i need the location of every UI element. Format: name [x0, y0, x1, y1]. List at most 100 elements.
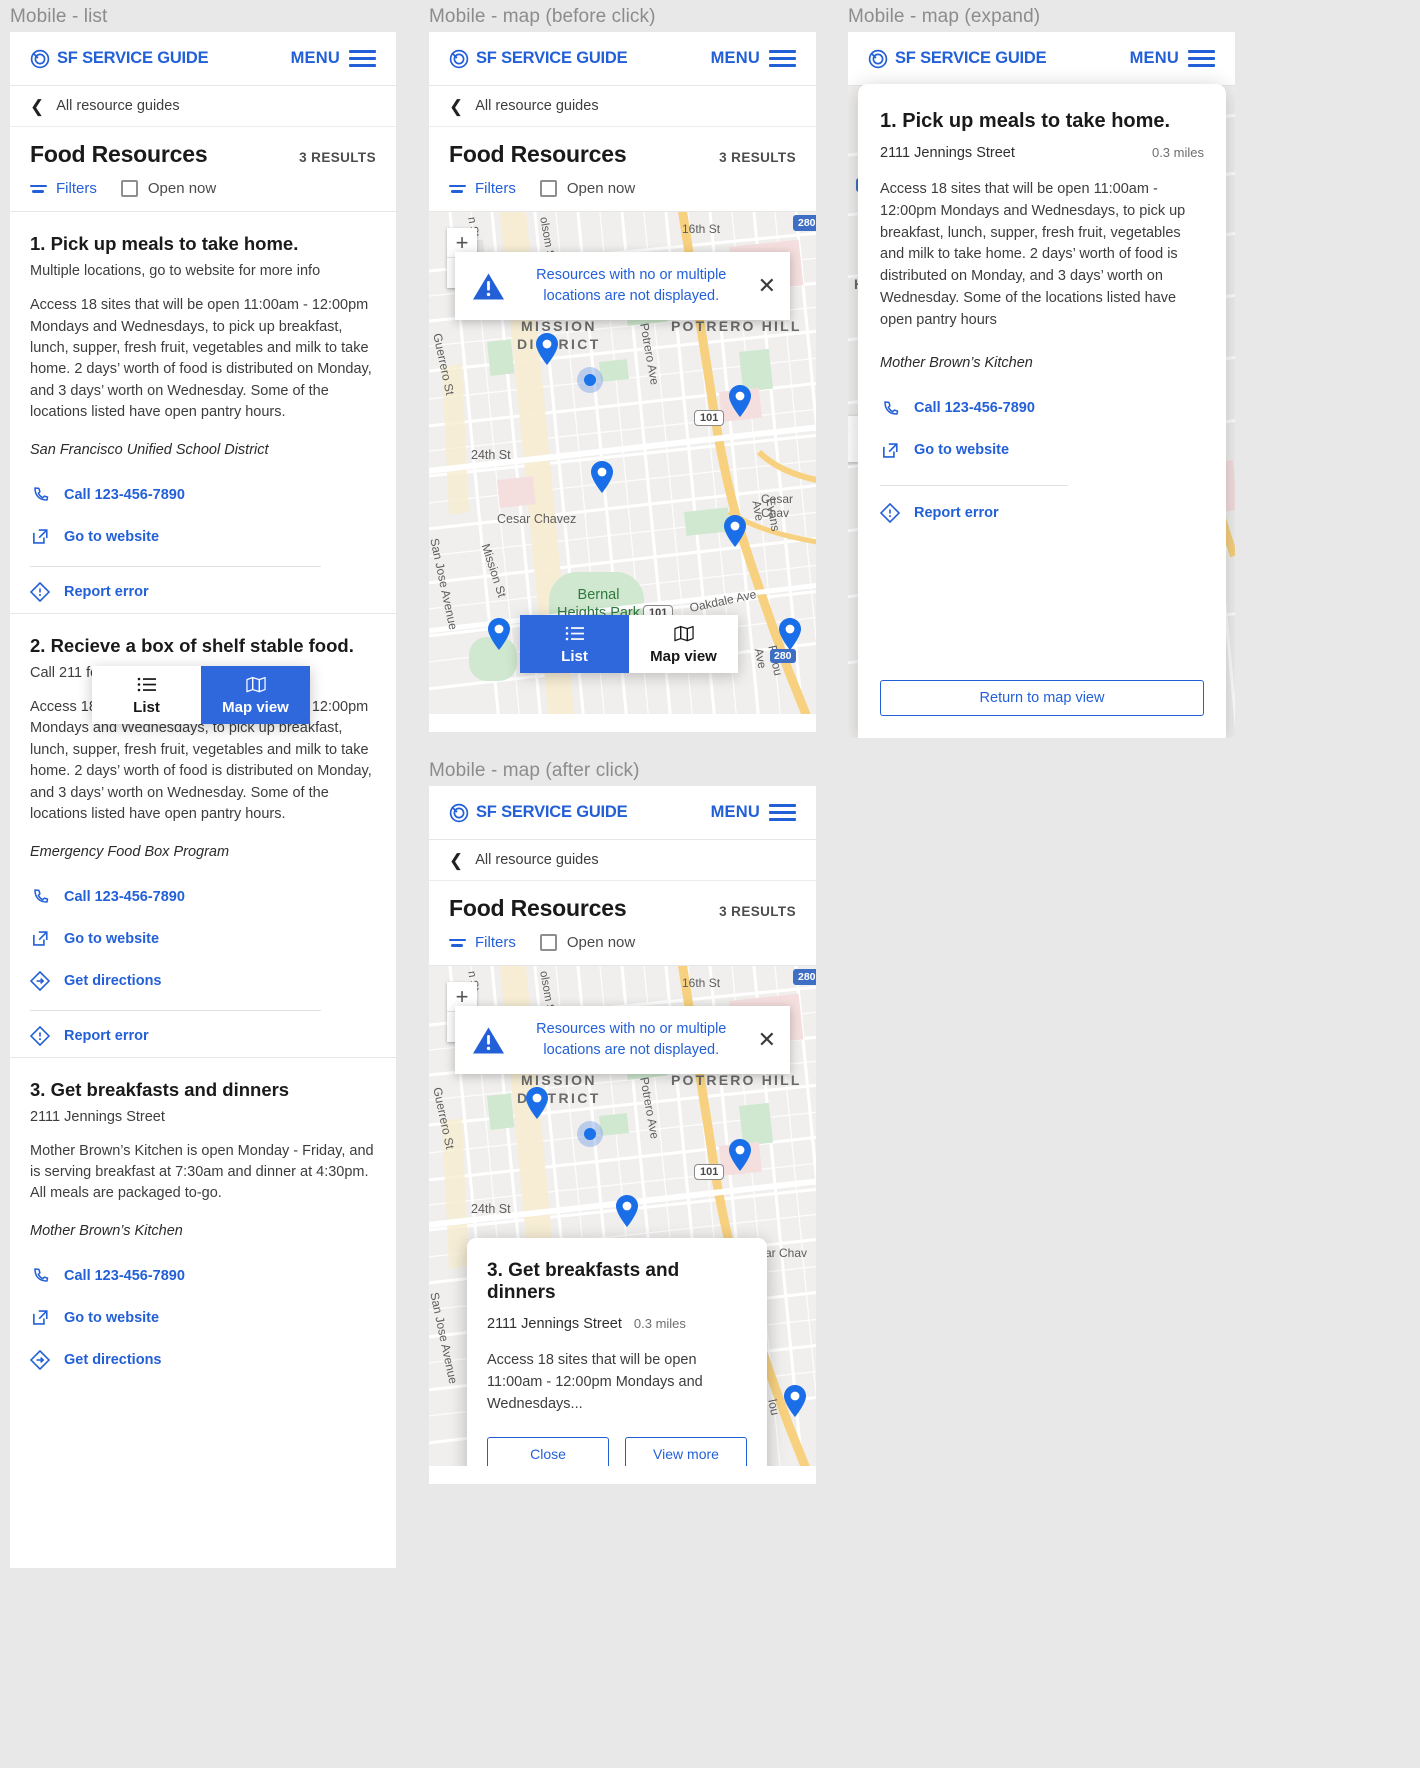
action-label: Report error	[64, 1027, 149, 1044]
filters-button[interactable]: Filters	[449, 934, 516, 951]
popup-close-button[interactable]: Close	[487, 1437, 609, 1466]
list-item[interactable]: 3. Get breakfasts and dinners 2111 Jenni…	[10, 1058, 396, 1381]
action-label: Report error	[914, 505, 999, 522]
map-pin[interactable]	[777, 617, 803, 656]
highway-shield-280: 280	[793, 969, 816, 985]
view-toggle: List Map view	[92, 666, 310, 724]
hamburger-icon	[349, 50, 376, 67]
external-link-icon	[880, 440, 900, 460]
toggle-map-button[interactable]: Map view	[629, 615, 738, 673]
map-pin[interactable]	[727, 384, 753, 423]
action-divider	[30, 565, 321, 567]
map-pin[interactable]	[782, 1384, 808, 1423]
target-circle-icon	[868, 49, 888, 69]
result-title: 1. Pick up meals to take home.	[30, 233, 299, 254]
popup-view-more-button[interactable]: View more	[625, 1437, 747, 1466]
map-label-24th-st: 24th St	[471, 1202, 511, 1216]
action-label: Go to website	[64, 528, 160, 545]
filters-button[interactable]: Filters	[449, 180, 516, 197]
app-header: SF SERVICE GUIDE MENU	[429, 786, 816, 840]
call-action[interactable]: Call 123-456-7890	[30, 1255, 376, 1297]
toggle-map-button[interactable]: Map view	[201, 666, 310, 724]
map-pin[interactable]	[727, 1138, 753, 1177]
open-now-checkbox[interactable]	[539, 934, 557, 951]
popup-body: Access 18 sites that will be open 11:00a…	[487, 1352, 703, 1412]
action-label: Call 123-456-7890	[914, 400, 1035, 417]
map-warning-text: Resources with no or multiple locations …	[536, 267, 727, 305]
result-org: Emergency Food Box Program	[30, 843, 230, 860]
filter-lines-icon	[30, 184, 47, 193]
list-item[interactable]: 1. Pick up meals to take home. Multiple …	[10, 212, 396, 614]
brand-logo[interactable]: SF SERVICE GUIDE	[30, 49, 209, 69]
call-action[interactable]: Call 123-456-7890	[30, 474, 376, 516]
breadcrumb[interactable]: ❮ All resource guides	[10, 86, 396, 127]
map-pin-selected[interactable]	[614, 1194, 640, 1233]
directions-diamond-icon	[30, 970, 50, 991]
call-action[interactable]: Call 123-456-7890	[30, 876, 376, 918]
filters-button[interactable]: Filters	[30, 180, 97, 197]
open-now-checkbox[interactable]	[120, 180, 138, 197]
map-pin[interactable]	[524, 1086, 550, 1125]
chevron-left-icon: ❮	[449, 850, 464, 870]
directions-action[interactable]: Get directions	[30, 1339, 376, 1381]
action-label: Call 123-456-7890	[64, 1267, 185, 1284]
action-label: Call 123-456-7890	[64, 486, 185, 503]
menu-button[interactable]: MENU	[711, 803, 796, 822]
result-body: Access 18 sites that will be open 11:00a…	[30, 297, 372, 421]
brand-logo[interactable]: SF SERVICE GUIDE	[449, 803, 628, 823]
breadcrumb[interactable]: ❮ All resource guides	[429, 86, 816, 127]
toggle-map-label: Map view	[222, 699, 289, 716]
report-error-action[interactable]: Report error	[880, 492, 1204, 534]
menu-button[interactable]: MENU	[291, 49, 376, 68]
report-error-action[interactable]: Report error	[30, 571, 376, 613]
report-error-action[interactable]: Report error	[30, 1015, 376, 1057]
breadcrumb[interactable]: ❮ All resource guides	[429, 840, 816, 881]
action-divider	[30, 1009, 321, 1011]
result-subtitle: Multiple locations, go to website for mo…	[30, 263, 321, 280]
menu-button[interactable]: MENU	[711, 49, 796, 68]
return-to-map-button[interactable]: Return to map view	[880, 680, 1204, 716]
directions-action[interactable]: Get directions	[30, 960, 376, 1002]
open-now-label: Open now	[147, 180, 217, 197]
website-action[interactable]: Go to website	[880, 429, 1204, 471]
map-pin[interactable]	[486, 617, 512, 656]
open-now-toggle[interactable]: Open now	[539, 180, 635, 197]
website-action[interactable]: Go to website	[30, 516, 376, 558]
map-canvas[interactable]: MISSION DISTRICT POTRERO HILL 24th St 16…	[429, 966, 816, 1466]
action-label: Go to website	[914, 442, 1010, 459]
breadcrumb-label: All resource guides	[475, 98, 599, 114]
filters-label: Filters	[56, 180, 97, 197]
chevron-left-icon: ❮	[30, 96, 45, 116]
map-pin[interactable]	[722, 514, 748, 553]
map-pin[interactable]	[534, 332, 560, 371]
action-label: Get directions	[64, 1351, 162, 1368]
menu-label: MENU	[290, 49, 340, 67]
filter-row: Filters Open now	[429, 168, 816, 212]
open-now-toggle[interactable]: Open now	[539, 934, 635, 951]
close-x-icon[interactable]: ✕	[758, 1029, 776, 1051]
brand-text: SF SERVICE GUIDE	[476, 803, 628, 821]
brand-logo[interactable]: SF SERVICE GUIDE	[449, 49, 628, 69]
call-action[interactable]: Call 123-456-7890	[880, 387, 1204, 429]
map-label-potrero-hill: POTRERO HILL	[671, 1072, 802, 1088]
panel-label-map-expand: Mobile - map (expand)	[848, 6, 1041, 27]
menu-label: MENU	[1129, 49, 1179, 67]
close-x-icon[interactable]: ✕	[758, 275, 776, 297]
menu-button[interactable]: MENU	[1130, 49, 1215, 68]
result-org: Mother Brown’s Kitchen	[30, 1222, 183, 1239]
map-pin[interactable]	[589, 460, 615, 499]
breadcrumb-label: All resource guides	[56, 98, 180, 114]
map-canvas[interactable]: MISSION DISTRICT POTRERO HILL Bernal Heig…	[429, 212, 816, 714]
warning-triangle-icon	[471, 271, 505, 301]
brand-text: SF SERVICE GUIDE	[476, 49, 628, 67]
toggle-list-button[interactable]: List	[520, 615, 629, 673]
resource-detail-sheet: 1. Pick up meals to take home. 2111 Jenn…	[858, 84, 1226, 738]
website-action[interactable]: Go to website	[30, 918, 376, 960]
brand-logo[interactable]: SF SERVICE GUIDE	[868, 49, 1047, 69]
toggle-map-label: Map view	[650, 648, 717, 665]
open-now-checkbox[interactable]	[539, 180, 557, 197]
open-now-toggle[interactable]: Open now	[120, 180, 217, 197]
toggle-list-button[interactable]: List	[92, 666, 201, 724]
phone-panel-map-expand: SF SERVICE GUIDE MENU 1. Pick up meals t…	[848, 32, 1235, 738]
website-action[interactable]: Go to website	[30, 1297, 376, 1339]
